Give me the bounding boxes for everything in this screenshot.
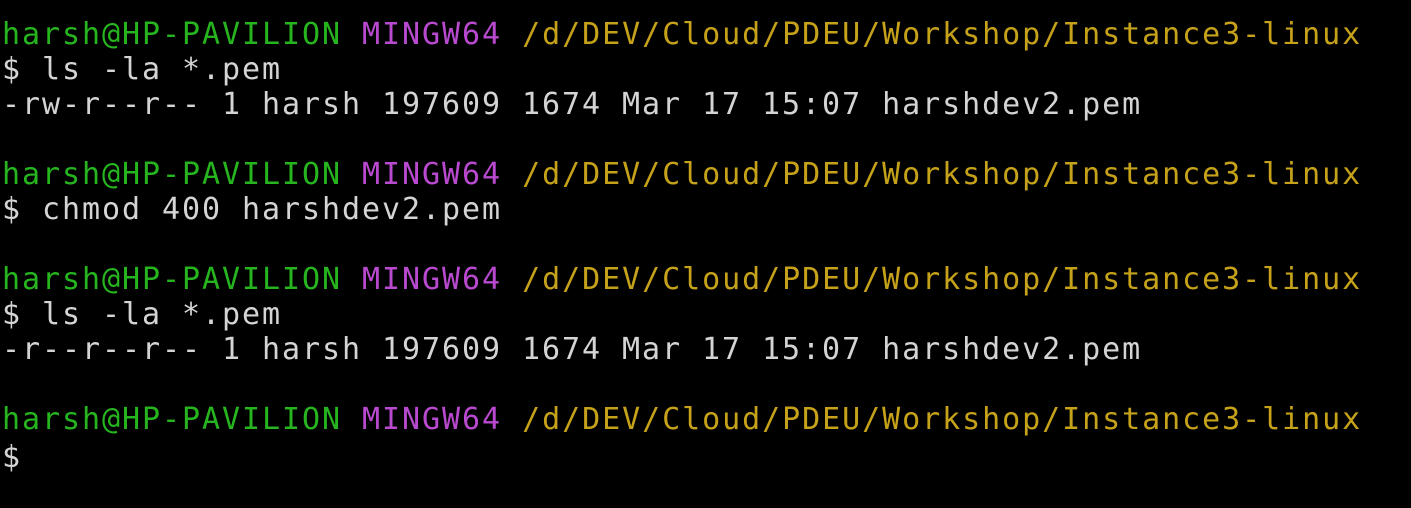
prompt-user-host: harsh@HP-PAVILION [2,157,343,192]
prompt-symbol: $ [2,440,23,475]
prompt-user-host: harsh@HP-PAVILION [2,402,343,437]
prompt-line-2: harsh@HP-PAVILION MINGW64 /d/DEV/Cloud/P… [2,157,1362,192]
prompt-user-host: harsh@HP-PAVILION [2,262,343,297]
command-line-3: $ ls -la *.pem [2,297,283,332]
terminal-window[interactable]: harsh@HP-PAVILION MINGW64 /d/DEV/Cloud/P… [0,0,1411,508]
prompt-system: MINGW64 [362,262,503,297]
prompt-line-4: harsh@HP-PAVILION MINGW64 /d/DEV/Cloud/P… [2,402,1362,437]
command-input-line[interactable]: $ [2,437,38,475]
prompt-system: MINGW64 [362,157,503,192]
output-line-3: -r--r--r-- 1 harsh 197609 1674 Mar 17 15… [2,332,1143,367]
prompt-system: MINGW64 [362,17,503,52]
output-line-1: -rw-r--r-- 1 harsh 197609 1674 Mar 17 15… [2,87,1143,122]
prompt-system: MINGW64 [362,402,503,437]
prompt-path: /d/DEV/Cloud/PDEU/Workshop/Instance3-lin… [522,157,1363,192]
prompt-line-1: harsh@HP-PAVILION MINGW64 /d/DEV/Cloud/P… [2,17,1362,52]
prompt-path: /d/DEV/Cloud/PDEU/Workshop/Instance3-lin… [522,402,1363,437]
command-line-1: $ ls -la *.pem [2,52,283,87]
prompt-line-3: harsh@HP-PAVILION MINGW64 /d/DEV/Cloud/P… [2,262,1362,297]
command-line-2: $ chmod 400 harshdev2.pem [2,192,503,227]
prompt-path: /d/DEV/Cloud/PDEU/Workshop/Instance3-lin… [522,262,1363,297]
prompt-path: /d/DEV/Cloud/PDEU/Workshop/Instance3-lin… [522,17,1363,52]
terminal-cursor[interactable] [22,437,38,467]
prompt-user-host: harsh@HP-PAVILION [2,17,343,52]
